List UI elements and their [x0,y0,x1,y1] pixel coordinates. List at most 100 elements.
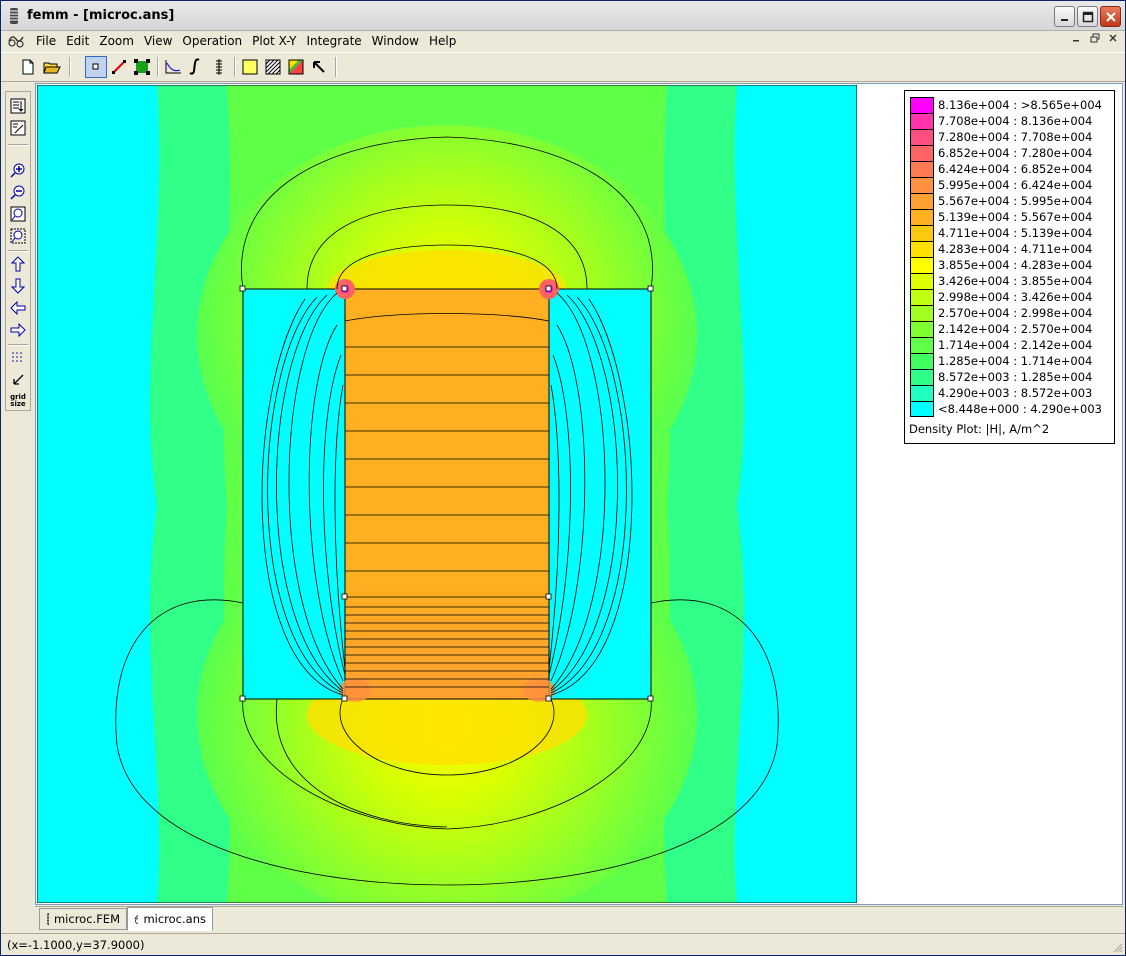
legend-label: 2.142e+004 : 2.570e+004 [938,322,1093,336]
legend-label: 5.139e+004 : 5.567e+004 [938,210,1093,224]
legend-label: <8.448e+000 : 4.290e+003 [938,402,1102,416]
legend-label: 7.280e+004 : 7.708e+004 [938,130,1093,144]
minimize-button[interactable] [1054,6,1075,27]
menu-help[interactable]: Help [424,33,461,49]
pan-up-button[interactable] [8,254,28,274]
zoom-natural-icon [10,206,26,222]
tab-microc-ans[interactable]: microc.ans [127,907,213,931]
zoom-natural-button[interactable] [8,204,28,224]
main-toolbar [1,52,1125,82]
pan-down-button[interactable] [8,276,28,296]
legend-entry: 7.708e+004 : 8.136e+004 [910,113,1092,129]
menu-window[interactable]: Window [367,33,424,49]
femm-file-icon [47,913,49,925]
window-title: femm - [microc.ans] [27,8,175,23]
mdi-restore-button[interactable] [1087,33,1103,47]
document-tabs: microc.FEM microc.ans [35,906,1123,932]
mdi-minimize-button[interactable] [1069,33,1085,47]
legend-entry: 2.570e+004 : 2.998e+004 [910,305,1092,321]
resize-grip-icon[interactable] [1111,941,1123,953]
legend-swatch [910,369,934,385]
select-node-button[interactable] [85,56,107,78]
legend-swatch [910,337,934,353]
plot-xy-icon [165,60,181,74]
zoom-window-icon [10,228,26,244]
integrate-button[interactable] [185,56,207,78]
legend-entry: 6.424e+004 : 6.852e+004 [910,161,1092,177]
show-grid-icon [12,352,22,362]
zoom-window-button[interactable] [8,226,28,246]
pointer-button[interactable] [308,56,330,78]
legend-label: 4.283e+004 : 4.711e+004 [938,242,1093,256]
document-view[interactable]: 8.136e+004 : >8.565e+004 7.708e+004 : 8.1… [35,83,1123,905]
pan-left-button[interactable] [8,298,28,318]
legend-label: 5.995e+004 : 6.424e+004 [938,178,1093,192]
zoom-out-button[interactable] [8,182,28,202]
zoom-in-button[interactable] [8,160,28,180]
grid-size-button[interactable]: grid size [8,392,28,410]
menu-file[interactable]: File [31,33,61,49]
show-grid-button[interactable] [8,348,28,368]
legend-swatch [910,225,934,241]
menu-edit[interactable]: Edit [61,33,94,49]
menu-operation[interactable]: Operation [177,33,247,49]
density-plot-canvas[interactable] [37,85,857,903]
legend-swatch [910,401,934,417]
minimize-icon [1073,40,1079,42]
vector-plot-button[interactable] [285,56,307,78]
title-bar[interactable]: femm - [microc.ans] [1,1,1125,31]
menu-zoom[interactable]: Zoom [94,33,139,49]
legend-entry: 4.711e+004 : 5.139e+004 [910,225,1092,241]
pan-up-icon [11,256,25,272]
zoom-out-icon [10,185,25,200]
show-mesh-button[interactable] [8,96,28,116]
snap-grid-button[interactable] [8,370,28,390]
menu-view[interactable]: View [139,33,177,49]
mdi-close-button[interactable] [1105,33,1121,47]
legend-swatch [910,193,934,209]
legend-swatch [910,385,934,401]
legend-swatch [910,273,934,289]
menu-integrate[interactable]: Integrate [301,33,366,49]
plot-xy-button[interactable] [162,56,184,78]
density-plot-button[interactable] [262,56,284,78]
legend-entry: 3.855e+004 : 4.283e+004 [910,257,1092,273]
close-button[interactable] [1100,6,1121,27]
legend-label: 3.855e+004 : 4.283e+004 [938,258,1093,272]
show-mesh-icon [10,98,26,114]
legend-swatch [910,353,934,369]
line-integral-button[interactable] [208,56,230,78]
select-block-button[interactable] [131,56,153,78]
legend-entry: 1.714e+004 : 2.142e+004 [910,337,1092,353]
legend-swatch [910,113,934,129]
legend-entry: 5.139e+004 : 5.567e+004 [910,209,1092,225]
document-icon[interactable] [7,33,25,49]
legend-swatch [910,177,934,193]
legend-entry: 8.136e+004 : >8.565e+004 [910,97,1102,113]
edit-button[interactable] [8,118,28,138]
open-file-button[interactable] [41,56,63,78]
analysis-file-icon [134,914,139,924]
legend-label: 7.708e+004 : 8.136e+004 [938,114,1093,128]
new-file-button[interactable] [17,56,39,78]
select-segment-button[interactable] [108,56,130,78]
legend-label: 6.852e+004 : 7.280e+004 [938,146,1093,160]
legend-entry: 2.142e+004 : 2.570e+004 [910,321,1092,337]
legend-entry: 5.567e+004 : 5.995e+004 [910,193,1092,209]
legend-swatch [910,145,934,161]
menu-plot-xy[interactable]: Plot X-Y [247,33,301,49]
legend-swatch [910,209,934,225]
legend-swatch [910,257,934,273]
maximize-button[interactable] [1077,6,1098,27]
legend-entry: 3.426e+004 : 3.855e+004 [910,273,1092,289]
pan-right-button[interactable] [8,320,28,340]
femm-app-icon [10,8,18,24]
legend-entry: 2.998e+004 : 3.426e+004 [910,289,1092,305]
pointer-icon [313,61,325,73]
legend-label: 2.570e+004 : 2.998e+004 [938,306,1093,320]
femm-window: femm - [microc.ans] File Edit Zoom View … [0,0,1126,956]
legend-entry: 4.290e+003 : 8.572e+003 [910,385,1092,401]
contour-plot-button[interactable] [239,56,261,78]
tab-microc-fem[interactable]: microc.FEM [39,908,127,930]
legend-label: 8.136e+004 : >8.565e+004 [938,98,1102,112]
